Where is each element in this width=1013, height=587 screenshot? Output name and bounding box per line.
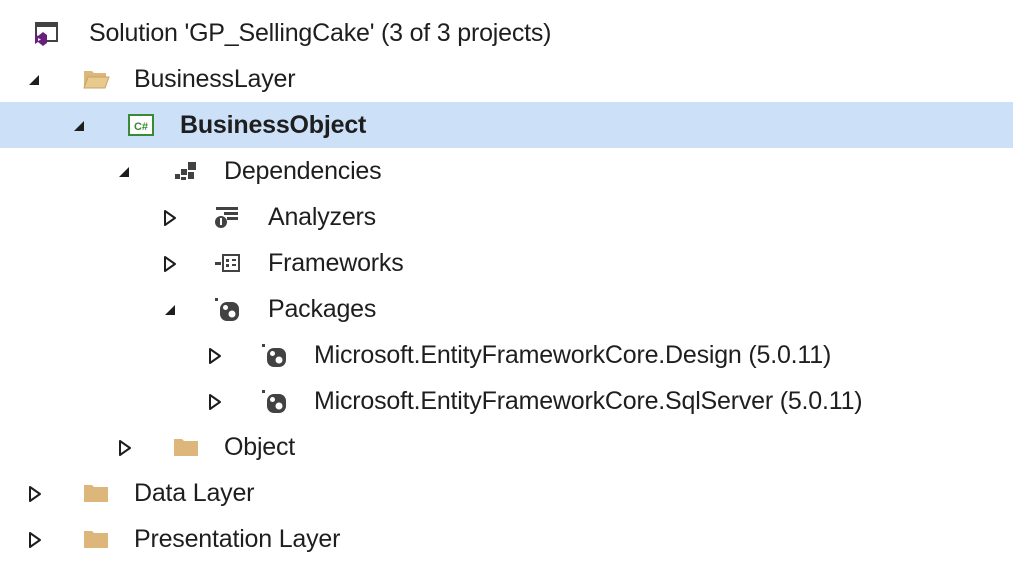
tree-row-packages[interactable]: Packages <box>0 286 1013 332</box>
folder-icon <box>82 525 110 553</box>
tree-row-package-item[interactable]: Microsoft.EntityFrameworkCore.Design (5.… <box>0 332 1013 378</box>
business-object-label: BusinessObject <box>180 111 367 139</box>
expand-arrow-icon[interactable] <box>205 392 225 412</box>
frameworks-icon <box>213 249 241 277</box>
packages-label: Packages <box>268 295 377 323</box>
tree-row-frameworks[interactable]: Frameworks <box>0 240 1013 286</box>
tree-row-object-folder[interactable]: Object <box>0 424 1013 470</box>
analyzers-label: Analyzers <box>268 203 376 231</box>
tree-row-data-layer[interactable]: Data Layer <box>0 470 1013 516</box>
dependencies-label: Dependencies <box>224 157 382 185</box>
tree-row-analyzers[interactable]: Analyzers <box>0 194 1013 240</box>
tree-row-business-object[interactable]: C# BusinessObject <box>0 102 1013 148</box>
nuget-packages-icon <box>213 295 241 323</box>
collapse-arrow-icon[interactable] <box>69 116 89 136</box>
expand-arrow-icon[interactable] <box>160 254 180 274</box>
package-label: Microsoft.EntityFrameworkCore.SqlServer … <box>314 387 863 415</box>
csharp-icon-text: C# <box>134 121 148 133</box>
folder-open-icon <box>82 65 110 93</box>
nuget-package-icon <box>260 387 288 415</box>
dependencies-icon <box>172 157 200 185</box>
solution-icon <box>32 19 60 47</box>
solution-label: Solution 'GP_SellingCake' (3 of 3 projec… <box>89 19 552 47</box>
tree-row-presentation-layer[interactable]: Presentation Layer <box>0 516 1013 562</box>
data-layer-label: Data Layer <box>134 479 255 507</box>
expand-arrow-icon[interactable] <box>205 346 225 366</box>
business-layer-label: BusinessLayer <box>134 65 296 93</box>
expand-arrow-icon[interactable] <box>25 530 45 550</box>
analyzers-icon <box>213 203 241 231</box>
nuget-package-icon <box>260 341 288 369</box>
collapse-arrow-icon[interactable] <box>160 300 180 320</box>
package-label: Microsoft.EntityFrameworkCore.Design (5.… <box>314 341 832 369</box>
frameworks-label: Frameworks <box>268 249 404 277</box>
expand-arrow-icon[interactable] <box>115 438 135 458</box>
tree-row-business-layer[interactable]: BusinessLayer <box>0 56 1013 102</box>
solution-explorer-tree: Solution 'GP_SellingCake' (3 of 3 projec… <box>0 0 1013 587</box>
expand-arrow-icon[interactable] <box>25 484 45 504</box>
object-folder-label: Object <box>224 433 296 461</box>
tree-row-package-item[interactable]: Microsoft.EntityFrameworkCore.SqlServer … <box>0 378 1013 424</box>
tree-row-solution[interactable]: Solution 'GP_SellingCake' (3 of 3 projec… <box>0 10 1013 56</box>
folder-icon <box>172 433 200 461</box>
folder-icon <box>82 479 110 507</box>
collapse-arrow-icon[interactable] <box>114 162 134 182</box>
csharp-project-icon: C# <box>127 111 155 139</box>
collapse-arrow-icon[interactable] <box>24 70 44 90</box>
presentation-layer-label: Presentation Layer <box>134 525 341 553</box>
expand-arrow-icon[interactable] <box>160 208 180 228</box>
tree-row-dependencies[interactable]: Dependencies <box>0 148 1013 194</box>
